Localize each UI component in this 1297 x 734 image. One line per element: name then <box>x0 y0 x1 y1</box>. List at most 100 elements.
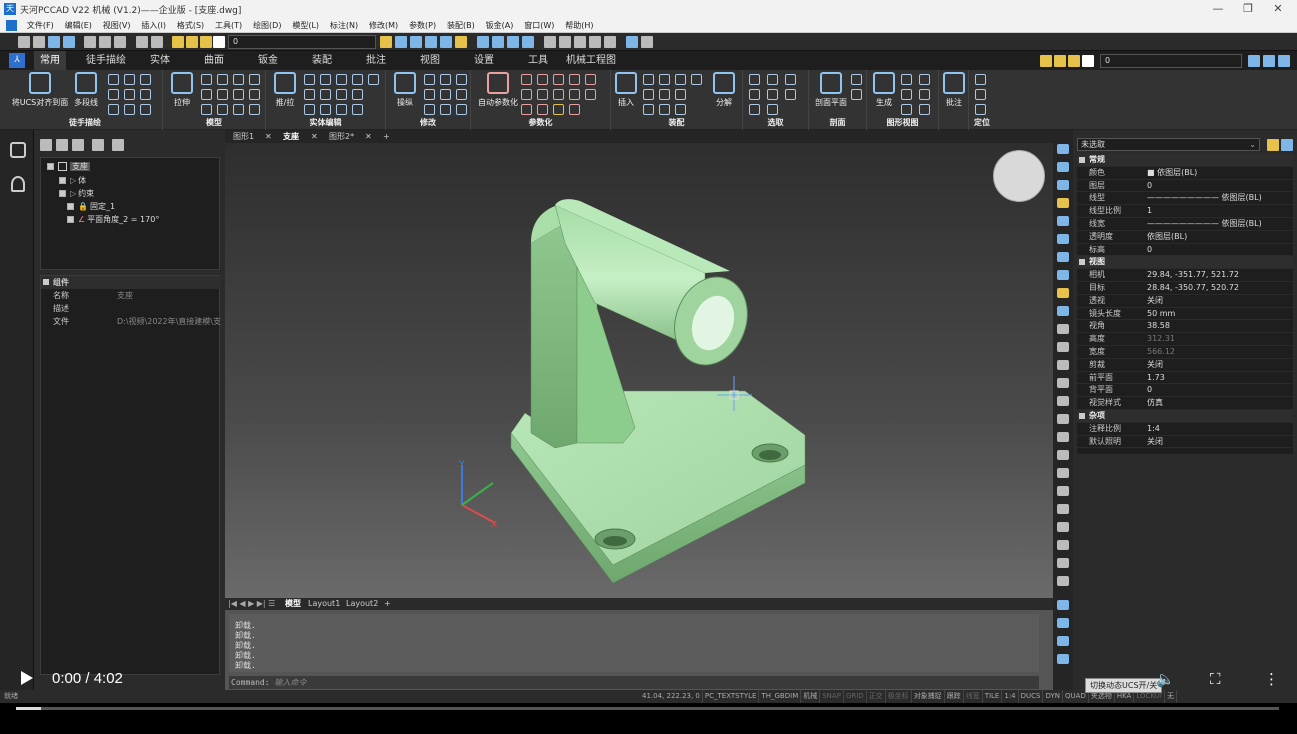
select-face-icon[interactable] <box>749 74 760 85</box>
select-body-icon[interactable] <box>785 74 796 85</box>
menu-help[interactable]: 帮助(H) <box>561 18 597 33</box>
insert-button[interactable]: 插入 <box>613 72 639 108</box>
text-style-switch[interactable]: PC_TEXTSTYLE <box>703 690 760 703</box>
property-value[interactable]: 29.84, -351.77, 521.72 <box>1147 269 1239 282</box>
flush-icon[interactable] <box>675 74 686 85</box>
tool-17-icon[interactable] <box>1057 450 1069 460</box>
tab-freehand[interactable]: 徒手描绘 <box>80 51 132 70</box>
property-row[interactable]: 高度 312.31 <box>1077 333 1293 346</box>
replace-icon[interactable] <box>659 104 670 115</box>
tool-28-icon[interactable] <box>1057 654 1069 664</box>
selection-dropdown[interactable]: 未选取 ⌄ <box>1077 138 1260 151</box>
tool-12-icon[interactable] <box>1057 360 1069 370</box>
ucs-origin-icon[interactable] <box>975 89 986 100</box>
menu-sheetmetal[interactable]: 钣金(A) <box>482 18 518 33</box>
layer-match-icon[interactable] <box>395 36 407 48</box>
close-button[interactable]: ✕ <box>1267 2 1289 16</box>
move-3d-icon[interactable] <box>424 74 435 85</box>
menu-modify[interactable]: 修改(M) <box>365 18 402 33</box>
ribbon-layer-color-icon[interactable] <box>1082 55 1094 67</box>
wedge-icon[interactable] <box>249 74 260 85</box>
manipulate-button[interactable]: 操纵 <box>390 72 420 108</box>
properties-panel-icon[interactable] <box>1057 144 1069 154</box>
revolve-icon[interactable] <box>201 89 212 100</box>
angle-mate-icon[interactable] <box>691 74 702 85</box>
ducs-switch[interactable]: DUCS <box>1019 690 1044 703</box>
tool-10-icon[interactable] <box>1057 324 1069 334</box>
new-tab-button[interactable]: + <box>383 130 390 143</box>
mate-icon[interactable] <box>659 74 670 85</box>
move-face-icon[interactable] <box>320 89 331 100</box>
command-input[interactable]: Command: 输入命令 <box>229 676 1039 689</box>
section-view-icon[interactable] <box>901 89 912 100</box>
property-row[interactable]: 图层 0 <box>1077 180 1293 193</box>
design-center-icon[interactable] <box>574 36 586 48</box>
property-row[interactable]: 线型 ————————— 依图层(BL) <box>1077 192 1293 206</box>
tool-15-icon[interactable] <box>1057 414 1069 424</box>
tab-view[interactable]: 视图 <box>414 51 446 70</box>
open-file-icon[interactable] <box>33 36 45 48</box>
trim-icon[interactable] <box>140 104 151 115</box>
lock-icon[interactable] <box>200 36 212 48</box>
property-value[interactable]: 28.84, -350.77, 520.72 <box>1147 282 1239 295</box>
property-row[interactable]: 剪裁 关闭 <box>1077 359 1293 372</box>
none-switch[interactable]: 无 <box>1165 690 1177 703</box>
sphere-icon[interactable] <box>201 74 212 85</box>
menu-draw[interactable]: 绘图(D) <box>249 18 285 33</box>
more-options-icon[interactable]: ⋮ <box>1264 670 1279 688</box>
circle-icon[interactable] <box>108 74 119 85</box>
tool-7-icon[interactable] <box>1057 270 1069 280</box>
param-manager-icon[interactable] <box>569 104 580 115</box>
otrack-switch[interactable]: 跟踪 <box>945 690 964 703</box>
property-row[interactable]: 默认照明 关闭 <box>1077 436 1293 449</box>
property-row[interactable]: 颜色 ■ 依图层(BL) <box>1077 167 1293 180</box>
tool-8-icon[interactable] <box>1057 288 1069 298</box>
minimize-button[interactable]: — <box>1207 2 1229 16</box>
property-row[interactable]: 前平面 1.73 <box>1077 372 1293 385</box>
concentric-icon[interactable] <box>537 89 548 100</box>
property-row[interactable]: 线宽 ————————— 依图层(BL) <box>1077 218 1293 231</box>
property-section-header[interactable]: 杂项 <box>1077 410 1293 423</box>
section-settings-icon[interactable] <box>851 89 862 100</box>
select-objects-icon[interactable] <box>1281 139 1293 151</box>
auto-param-button[interactable]: 自动参数化 <box>473 72 523 108</box>
pattern-icon[interactable] <box>643 104 654 115</box>
ribbon-lock-icon[interactable] <box>1068 55 1080 67</box>
extrude-button[interactable]: 拉伸 <box>167 72 197 108</box>
coincident-icon[interactable] <box>521 74 532 85</box>
layer-tool-icon[interactable] <box>380 36 392 48</box>
align-ucs-button[interactable]: 将UCS对齐到面 <box>10 72 70 108</box>
tool-23-icon[interactable] <box>1057 558 1069 568</box>
fix-icon[interactable] <box>521 104 532 115</box>
fillet-icon[interactable] <box>140 74 151 85</box>
menu-model[interactable]: 模型(L) <box>288 18 323 33</box>
menu-parameter[interactable]: 参数(P) <box>405 18 440 33</box>
property-value[interactable]: 关闭 <box>1147 359 1163 372</box>
tab-settings[interactable]: 设置 <box>468 51 500 70</box>
tab-mechanical-drawing[interactable]: 机械工程图 <box>560 51 622 70</box>
tool-1-icon[interactable] <box>1057 162 1069 172</box>
tool-11-icon[interactable] <box>1057 342 1069 352</box>
restore-button[interactable]: ❐ <box>1237 2 1259 16</box>
view-front-icon[interactable] <box>507 36 519 48</box>
preview-icon[interactable] <box>99 36 111 48</box>
prop-value[interactable]: D:\视频\2022年\直接建模\支 <box>117 315 221 328</box>
collapse-icon[interactable] <box>43 279 49 285</box>
scale-3d-icon[interactable] <box>456 89 467 100</box>
polar-switch[interactable]: 极坐标 <box>886 690 912 703</box>
dyn-switch[interactable]: DYN <box>1043 690 1064 703</box>
offset-icon[interactable] <box>124 104 135 115</box>
save-icon[interactable] <box>48 36 60 48</box>
ucs-3point-icon[interactable] <box>975 104 986 115</box>
update-view-icon[interactable] <box>901 104 912 115</box>
tab-annotate[interactable]: 批注 <box>360 51 392 70</box>
taper-face-icon[interactable] <box>320 104 331 115</box>
mechanical-switch[interactable]: 机械 <box>801 690 821 703</box>
vertical-icon[interactable] <box>521 89 532 100</box>
view-iso-icon[interactable] <box>522 36 534 48</box>
property-value[interactable]: ————————— 依图层(BL) <box>1147 218 1262 231</box>
layer-walk-icon[interactable] <box>1278 55 1290 67</box>
property-row[interactable]: 透明度 依图层(BL) <box>1077 231 1293 244</box>
fullscreen-icon[interactable]: ⛶ <box>1210 670 1221 688</box>
tool-27-icon[interactable] <box>1057 636 1069 646</box>
